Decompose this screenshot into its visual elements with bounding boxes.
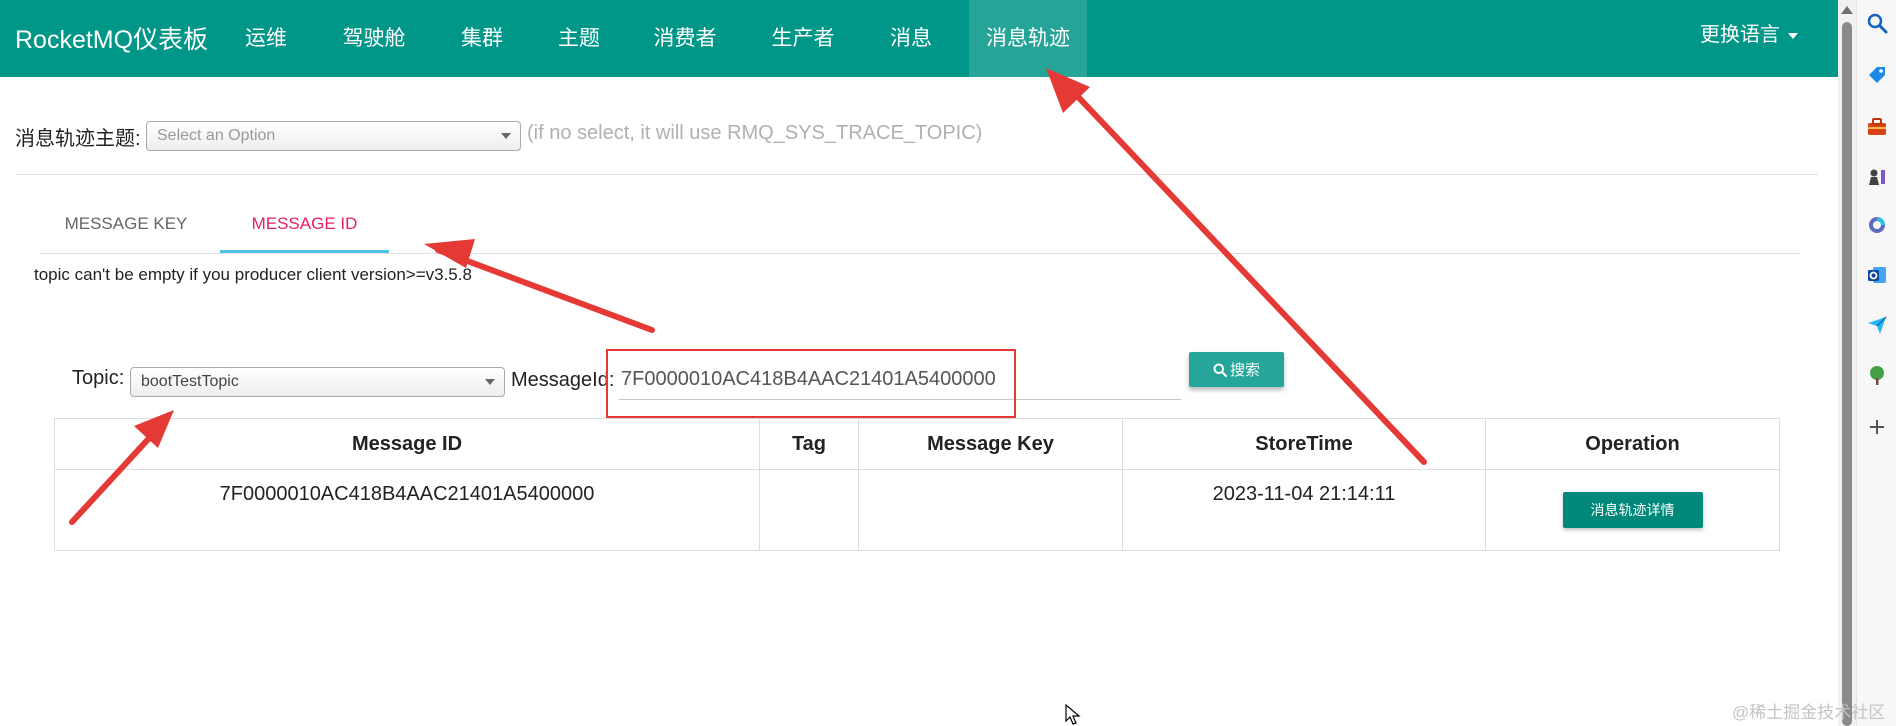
scrollbar-thumb[interactable]: [1842, 22, 1852, 726]
scroll-up-arrow-icon[interactable]: [1841, 6, 1853, 14]
tree-icon[interactable]: [1866, 364, 1888, 386]
caret-down-icon: [1788, 32, 1798, 39]
trace-detail-button[interactable]: 消息轨迹详情: [1562, 492, 1703, 528]
arrow-to-message-trace-nav: [1061, 79, 1427, 465]
topic-select-value: bootTestTopic: [141, 373, 239, 390]
search-icon: [1213, 363, 1227, 377]
nav-item-topic[interactable]: 主题: [550, 0, 608, 77]
topic-version-note: topic can't be empty if you producer cli…: [34, 265, 472, 284]
search-icon[interactable]: [1866, 12, 1888, 34]
chevron-down-icon: [501, 133, 511, 139]
chevron-down-icon: [485, 379, 495, 385]
cell-message-id: 7F0000010AC418B4AAC21401A5400000: [54, 469, 760, 551]
tag-icon[interactable]: [1866, 64, 1888, 86]
cell-store-time: 2023-11-04 21:14:11: [1122, 469, 1486, 551]
top-navbar: RocketMQ仪表板 运维 驾驶舱 集群 主题 消费者 生产者 消息 消息轨迹…: [0, 0, 1838, 77]
tab-message-key[interactable]: MESSAGE KEY: [40, 207, 212, 253]
column-header-message-id: Message ID: [54, 418, 760, 470]
toolbox-icon[interactable]: [1866, 116, 1888, 138]
nav-item-ops[interactable]: 运维: [237, 0, 295, 77]
arrow-to-message-id-tab: [435, 247, 655, 333]
nav-item-producer[interactable]: 生产者: [764, 0, 842, 77]
copilot-icon[interactable]: [1866, 214, 1888, 236]
trace-topic-select[interactable]: Select an Option: [146, 121, 521, 151]
column-header-message-key: Message Key: [858, 418, 1123, 470]
brand-logo[interactable]: RocketMQ仪表板: [15, 20, 208, 56]
topic-label: Topic:: [72, 367, 125, 389]
column-header-tag: Tag: [759, 418, 859, 470]
trace-topic-placeholder: Select an Option: [157, 127, 276, 144]
language-dropdown[interactable]: 更换语言: [1700, 0, 1798, 70]
search-button-label: 搜索: [1229, 362, 1260, 379]
nav-item-cluster[interactable]: 集群: [453, 0, 511, 77]
results-table: Message ID Tag Message Key StoreTime Ope…: [54, 418, 1780, 551]
messageid-label: MessageId:: [511, 369, 615, 391]
mouse-cursor-icon: [1065, 704, 1081, 725]
chess-icon[interactable]: [1866, 166, 1888, 188]
watermark: @稀土掘金技术社区: [1732, 703, 1886, 722]
divider: [15, 174, 1818, 175]
column-header-store-time: StoreTime: [1122, 418, 1486, 470]
trace-topic-label: 消息轨迹主题:: [15, 128, 141, 150]
column-header-operation: Operation: [1485, 418, 1780, 470]
nav-item-consumer[interactable]: 消费者: [646, 0, 724, 77]
topic-select[interactable]: bootTestTopic: [130, 367, 505, 397]
nav-item-dashboard[interactable]: 驾驶舱: [332, 0, 416, 77]
nav-item-message-trace[interactable]: 消息轨迹: [969, 0, 1087, 77]
plus-icon[interactable]: [1866, 416, 1888, 438]
browser-side-panel: [1856, 0, 1896, 726]
cell-operation: 消息轨迹详情: [1485, 469, 1780, 551]
cell-tag: [759, 469, 859, 551]
tabs-divider: [40, 253, 1800, 254]
table-header-row: Message ID Tag Message Key StoreTime Ope…: [54, 418, 1780, 470]
language-label: 更换语言: [1700, 24, 1780, 46]
trace-topic-hint: (if no select, it will use RMQ_SYS_TRACE…: [527, 122, 983, 144]
tab-message-id[interactable]: MESSAGE ID: [220, 207, 389, 253]
cell-message-key: [858, 469, 1123, 551]
outlook-icon[interactable]: [1866, 264, 1888, 286]
search-button[interactable]: 搜索: [1189, 352, 1284, 387]
nav-item-message[interactable]: 消息: [880, 0, 942, 77]
table-row: 7F0000010AC418B4AAC21401A5400000 2023-11…: [54, 469, 1780, 551]
messageid-input[interactable]: [619, 360, 1181, 400]
send-icon[interactable]: [1866, 314, 1888, 336]
